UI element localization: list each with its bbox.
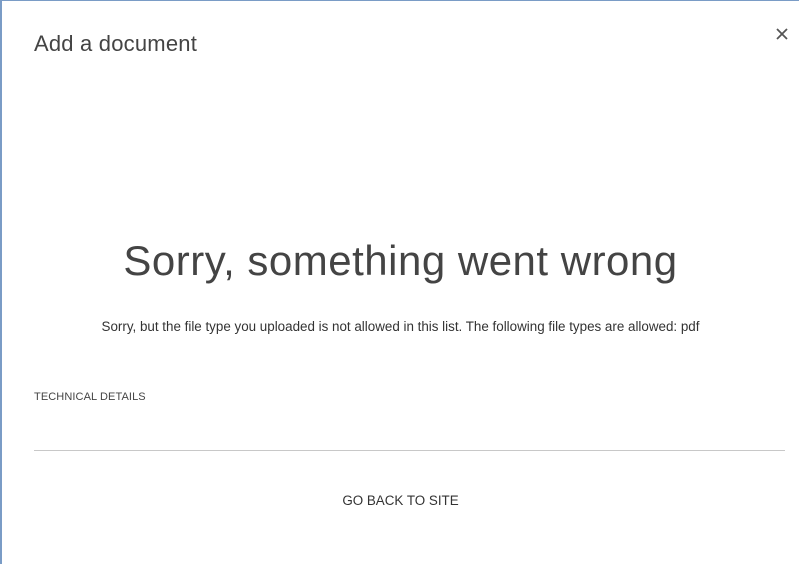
error-message: Sorry, but the file type you uploaded is…: [101, 319, 700, 334]
dialog-title: Add a document: [34, 31, 198, 56]
error-heading: Sorry, something went wrong: [123, 237, 678, 284]
divider: [34, 450, 785, 451]
add-document-dialog: Add a document Sorry, something went wro…: [0, 0, 799, 564]
go-back-to-site-link-row: GO BACK TO SITE: [2, 493, 799, 508]
go-back-to-site-link[interactable]: GO BACK TO SITE: [342, 493, 458, 508]
close-button[interactable]: [771, 23, 793, 45]
close-icon: [776, 28, 788, 40]
technical-details-link[interactable]: TECHNICAL DETAILS: [34, 391, 146, 403]
